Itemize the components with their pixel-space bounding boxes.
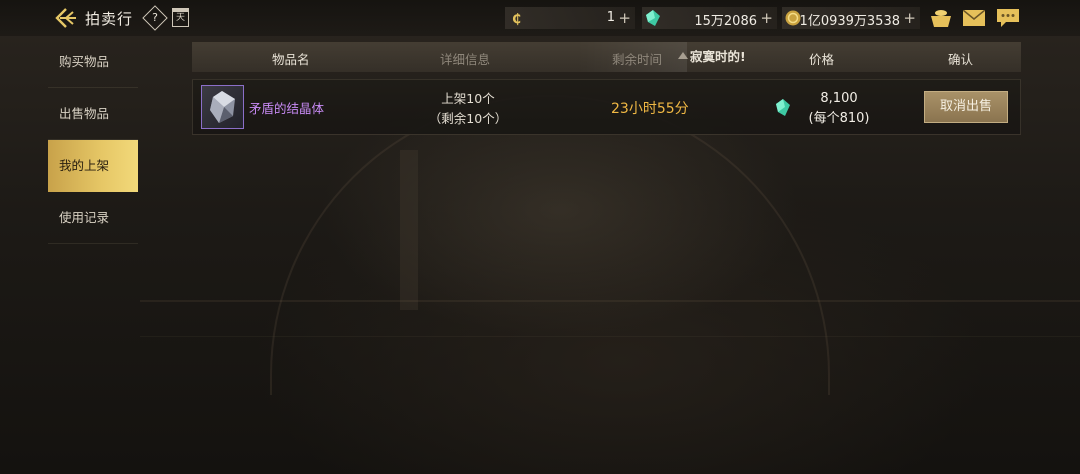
remaining-quantity: （剩余10个） <box>428 111 508 126</box>
chat-icon[interactable] <box>996 8 1020 28</box>
table-header: 物品名 详细信息 剩余时间 寂寞时的! 价格 确认 <box>192 42 1021 72</box>
item-slot[interactable] <box>201 85 244 129</box>
background-pillar <box>400 150 418 310</box>
sidebar-item-label: 出售物品 <box>59 106 110 121</box>
column-header-detail: 详细信息 <box>440 52 491 67</box>
time-remaining: 23小时55分 <box>611 101 689 117</box>
c-coin-icon: ₵ <box>512 12 521 26</box>
background-floor-line <box>140 300 1080 302</box>
gold-value: 1亿0939万3538 <box>799 14 900 29</box>
sidebar-item-label: 使用记录 <box>59 210 110 225</box>
sidebar-item-label: 我的上架 <box>59 158 110 173</box>
currency-slot-gold: 1亿0939万3538 + <box>782 7 920 29</box>
column-header-item-name: 物品名 <box>272 52 310 67</box>
table-row: 矛盾的结晶体 上架10个 （剩余10个） 23小时55分 8,100 (每个81… <box>192 79 1021 135</box>
crystal-icon <box>210 91 235 123</box>
calendar-icon[interactable]: 天 <box>172 8 189 27</box>
c-coin-value: 1 <box>606 10 615 25</box>
green-gem-icon <box>776 99 790 116</box>
currency-slot-gem: 15万2086 + <box>642 7 777 29</box>
plus-icon[interactable]: + <box>903 10 916 26</box>
column-header-price: 价格 <box>809 52 835 67</box>
listing-quantity: 上架10个 <box>441 91 495 106</box>
column-header-lonely-time: 寂寞时的! <box>690 49 746 64</box>
item-name: 矛盾的结晶体 <box>249 101 325 116</box>
sidebar-nav: 购买物品 出售物品 我的上架 使用记录 <box>48 36 138 244</box>
sort-ascending-icon[interactable] <box>678 52 688 59</box>
sidebar-item-sell[interactable]: 出售物品 <box>48 88 138 140</box>
sidebar-item-my-listings[interactable]: 我的上架 <box>48 140 138 192</box>
sidebar-item-buy[interactable]: 购买物品 <box>48 36 138 88</box>
plus-icon[interactable]: + <box>760 10 773 26</box>
gem-value: 15万2086 <box>694 14 757 29</box>
top-bar: 拍卖行 ? 天 ₵ 1 + 15万2086 + 1亿0939万3538 + <box>0 0 1080 36</box>
column-header-confirm: 确认 <box>948 52 974 67</box>
currency-slot-c-coin: ₵ 1 + <box>505 7 635 29</box>
column-header-time-left[interactable]: 剩余时间 <box>612 49 662 68</box>
price-total: 8,100 <box>820 91 858 106</box>
page-title: 拍卖行 <box>85 10 134 28</box>
back-arrow-icon[interactable] <box>54 7 78 29</box>
green-gem-icon <box>646 10 660 26</box>
background-arch <box>270 95 830 395</box>
mail-icon[interactable] <box>963 10 985 26</box>
background-floor-line <box>140 336 1080 337</box>
plus-icon[interactable]: + <box>618 10 631 26</box>
cancel-sale-button[interactable]: 取消出售 <box>924 91 1008 123</box>
svg-text:₵: ₵ <box>512 12 521 26</box>
sidebar-item-label: 购买物品 <box>59 54 110 69</box>
help-icon[interactable]: ? <box>142 5 168 31</box>
sidebar-item-history[interactable]: 使用记录 <box>48 192 138 244</box>
price-each: (每个810) <box>808 111 870 126</box>
treasure-pot-icon[interactable] <box>929 8 953 28</box>
